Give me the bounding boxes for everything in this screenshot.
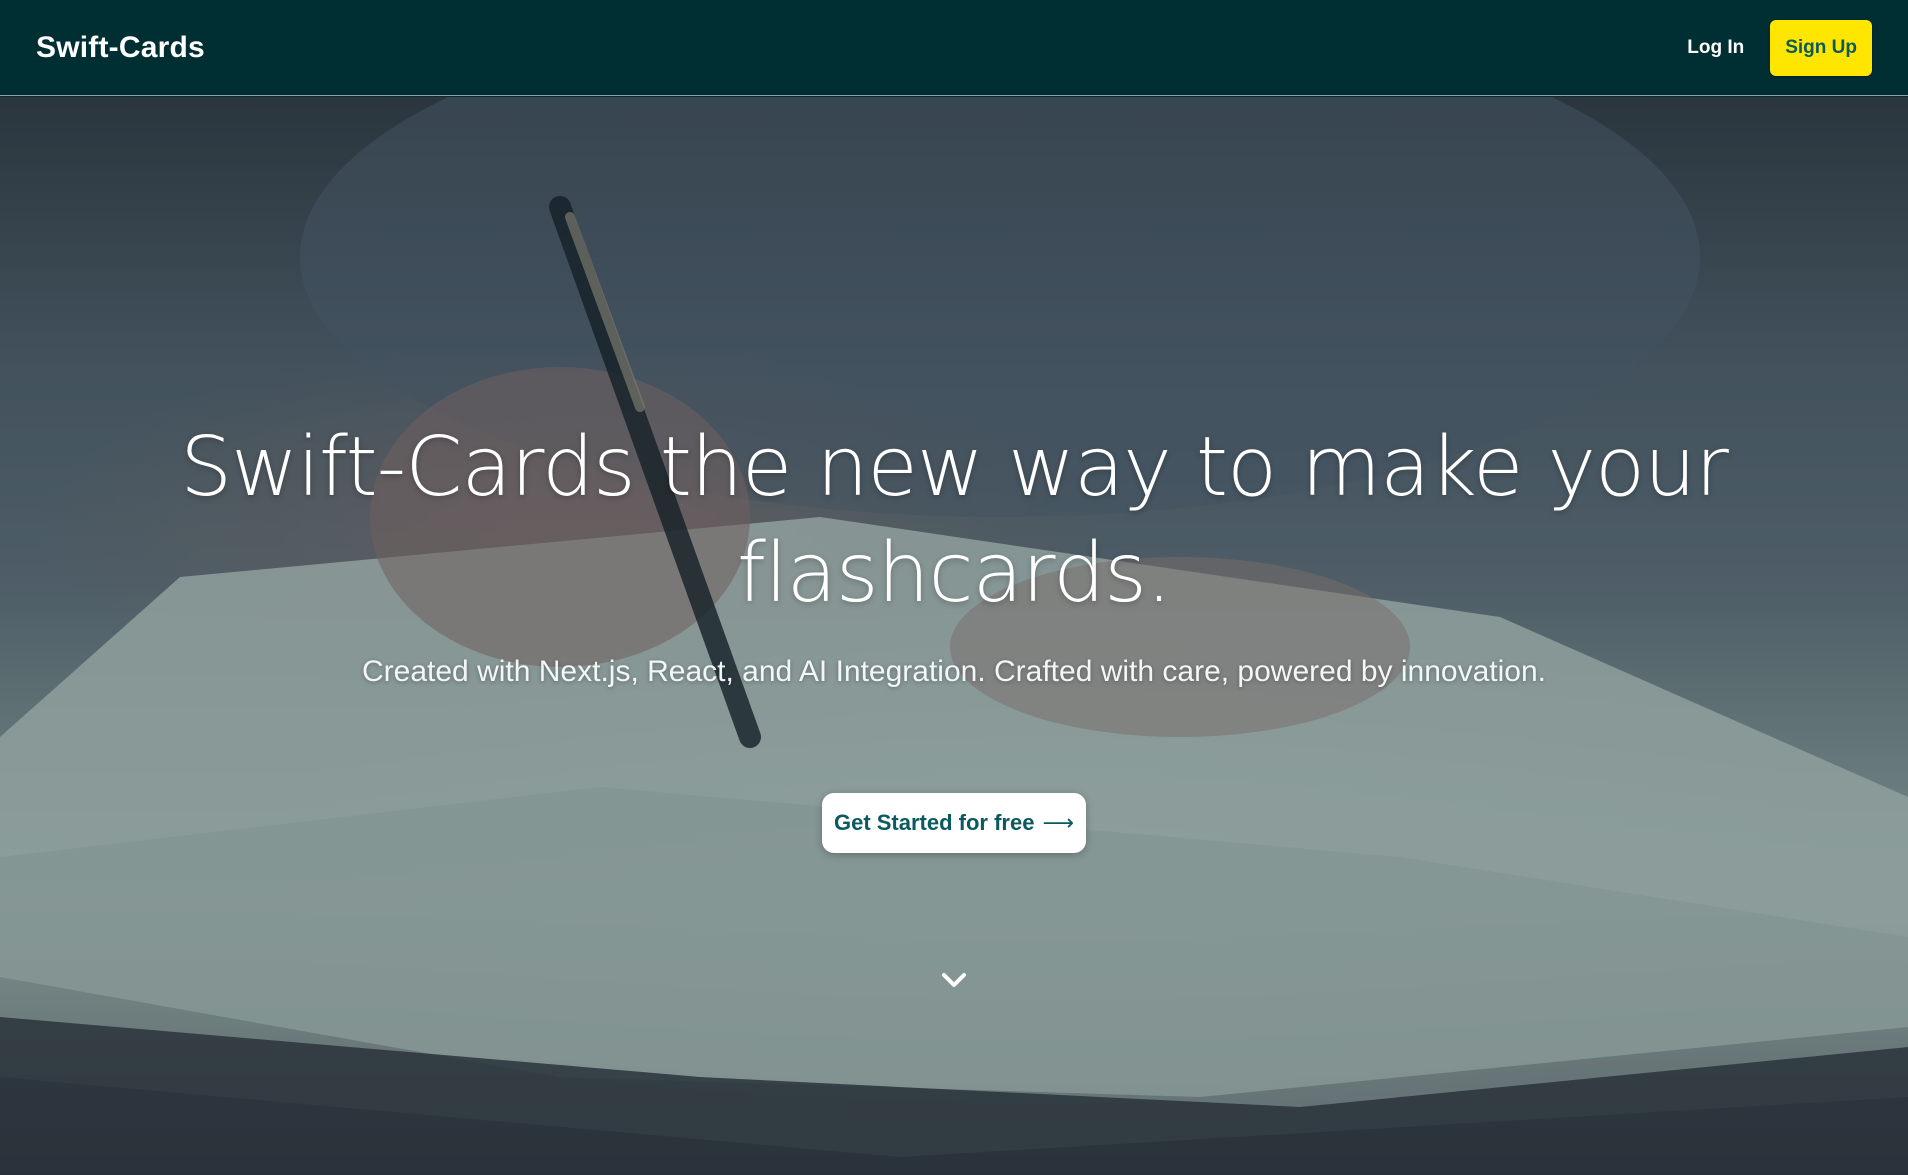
signup-button[interactable]: Sign Up: [1770, 19, 1872, 76]
get-started-label: Get Started for free: [833, 810, 1035, 835]
hero-headline: Swift-Cards the new way to make your fla…: [180, 420, 1729, 621]
hero-content: Swift-Cards the new way to make your fla…: [0, 97, 1908, 1175]
get-started-button[interactable]: Get Started for free ⟶: [821, 793, 1087, 853]
hero-section: Swift-Cards the new way to make your fla…: [0, 97, 1908, 1175]
hero-subheadline: Created with Next.js, React, and AI Inte…: [362, 655, 1546, 688]
arrow-right-icon: ⟶: [1042, 810, 1075, 835]
login-button[interactable]: Log In: [1683, 29, 1748, 67]
brand-logo[interactable]: Swift-Cards: [36, 31, 205, 65]
nav-actions: Log In Sign Up: [1683, 19, 1872, 76]
top-navbar: Swift-Cards Log In Sign Up: [0, 0, 1908, 96]
chevron-down-icon[interactable]: [939, 965, 969, 995]
